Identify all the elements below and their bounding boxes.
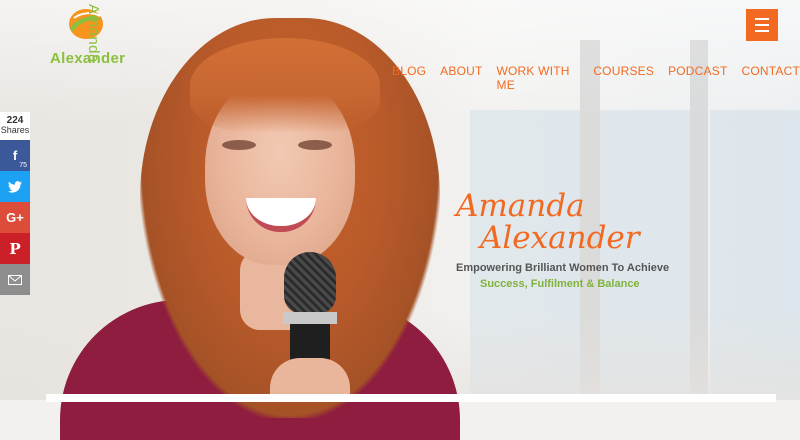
twitter-share-button[interactable] [0, 171, 30, 202]
microphone-icon [284, 252, 336, 314]
email-icon [8, 274, 22, 285]
facebook-share-count: 75 [19, 162, 27, 169]
google-plus-icon: G+ [6, 210, 24, 225]
facebook-share-button[interactable]: f 75 [0, 140, 30, 171]
microphone-band [283, 312, 337, 324]
site-logo[interactable]: Amanda Alexander [44, 4, 134, 68]
hero-name-first: Amanda [456, 188, 585, 224]
hamburger-icon [755, 24, 769, 26]
hamburger-icon [755, 18, 769, 20]
portrait-eye [222, 140, 256, 150]
portrait-eye [298, 140, 332, 150]
social-share-bar: 224 Shares f 75 G+ P [0, 112, 30, 295]
share-count-label: Shares [0, 125, 30, 135]
hamburger-menu-button[interactable] [746, 9, 778, 41]
facebook-icon: f [12, 148, 18, 163]
pinterest-share-button[interactable]: P [0, 233, 30, 264]
email-share-button[interactable] [0, 264, 30, 295]
hero-headline: Amanda Alexander Empowering Brilliant Wo… [456, 190, 676, 290]
portrait-bangs [190, 38, 380, 133]
hamburger-icon [755, 30, 769, 32]
hero-tagline: Empowering Brilliant Women To Achieve [456, 262, 670, 274]
nav-contact[interactable]: CONTACT [741, 64, 800, 92]
hero-tagline-green: Success, Fulfilment & Balance [480, 278, 640, 290]
share-count: 224 Shares [0, 112, 30, 140]
logo-last-name: Alexander [50, 50, 126, 67]
nav-courses[interactable]: COURSES [593, 64, 654, 92]
nav-about[interactable]: ABOUT [440, 64, 482, 92]
hero-name-last: Alexander [480, 220, 640, 256]
twitter-icon [8, 180, 22, 193]
main-nav: BLOG ABOUT WORK WITH ME COURSES PODCAST … [392, 64, 800, 92]
google-plus-share-button[interactable]: G+ [0, 202, 30, 233]
pinterest-icon: P [9, 239, 21, 258]
content-card-edge [46, 394, 776, 402]
nav-podcast[interactable]: PODCAST [668, 64, 727, 92]
nav-work-with-me[interactable]: WORK WITH ME [497, 64, 580, 92]
nav-blog[interactable]: BLOG [392, 64, 426, 92]
